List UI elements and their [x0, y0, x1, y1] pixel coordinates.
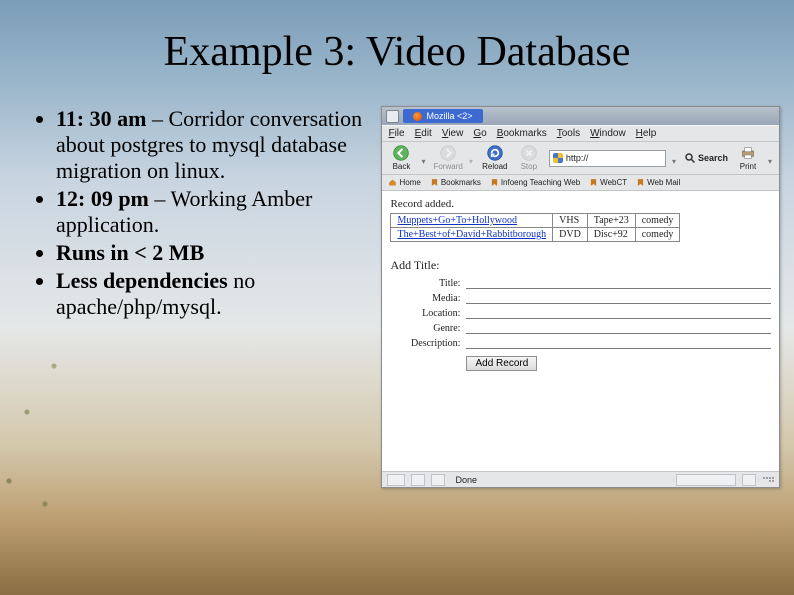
home-icon	[388, 178, 397, 187]
browser-window: Mozilla <2> File Edit View Go Bookmarks …	[381, 106, 780, 488]
menu-tools[interactable]: Tools	[557, 128, 580, 139]
bullet-item: Less dependencies no apache/php/mysql.	[56, 268, 369, 320]
record-media: VHS	[553, 214, 588, 228]
bookmark-webmail[interactable]: Web Mail	[636, 178, 680, 187]
menu-bookmarks[interactable]: Bookmarks	[497, 128, 547, 139]
navigation-toolbar: Back ▾ Forward ▾ Reload Stop http:// ▾	[382, 142, 779, 175]
window-menu-button[interactable]	[386, 110, 399, 123]
description-field[interactable]	[466, 337, 771, 349]
print-button[interactable]: Print	[734, 145, 762, 171]
record-added-message: Record added.	[390, 198, 771, 210]
page-content: Record added. Muppets+Go+To+Hollywood VH…	[382, 191, 779, 471]
location-field[interactable]	[466, 307, 771, 319]
bookmark-icon	[490, 178, 499, 187]
chevron-down-icon[interactable]: ▾	[672, 151, 678, 166]
progress-bar	[676, 474, 736, 486]
reload-button[interactable]: Reload	[481, 145, 509, 171]
reload-label: Reload	[482, 162, 507, 171]
menu-edit[interactable]: Edit	[415, 128, 432, 139]
add-record-button[interactable]: Add Record	[466, 356, 537, 371]
bookmark-icon	[589, 178, 598, 187]
status-text: Done	[451, 475, 670, 485]
record-title-link[interactable]: The+Best+of+David+Rabbitborough	[397, 229, 546, 240]
back-button[interactable]: Back	[387, 145, 415, 171]
menu-view[interactable]: View	[442, 128, 464, 139]
print-label: Print	[740, 162, 756, 171]
search-button[interactable]: Search	[684, 152, 728, 164]
stop-icon	[521, 145, 537, 161]
bullet-item: Runs in < 2 MB	[56, 240, 369, 266]
arrow-left-icon	[393, 145, 409, 161]
status-security-icon	[411, 474, 425, 486]
bullet-item: 12: 09 pm – Working Amber application.	[56, 186, 369, 238]
record-genre: comedy	[635, 228, 680, 242]
resize-grip[interactable]	[762, 477, 774, 482]
forward-button[interactable]: Forward	[433, 145, 462, 171]
slide-title: Example 3: Video Database	[0, 0, 794, 76]
window-titlebar[interactable]: Mozilla <2>	[382, 107, 779, 125]
record-title-link[interactable]: Muppets+Go+To+Hollywood	[397, 215, 517, 226]
chevron-down-icon[interactable]: ▾	[469, 151, 475, 166]
forward-label: Forward	[433, 162, 462, 171]
url-value: http://	[566, 153, 589, 163]
genre-field[interactable]	[466, 322, 771, 334]
arrow-right-icon	[440, 145, 456, 161]
label-genre: Genre:	[390, 323, 460, 334]
menu-file[interactable]: File	[388, 128, 404, 139]
label-location: Location:	[390, 308, 460, 319]
table-row: Muppets+Go+To+Hollywood VHS Tape+23 come…	[391, 214, 680, 228]
window-title: Mozilla <2>	[403, 109, 482, 123]
bullet-item: 11: 30 am – Corridor conversation about …	[56, 106, 369, 184]
record-genre: comedy	[635, 214, 680, 228]
label-title: Title:	[390, 278, 460, 289]
lock-icon	[742, 474, 756, 486]
chevron-down-icon[interactable]: ▾	[768, 151, 774, 166]
search-label: Search	[698, 153, 728, 163]
menu-go[interactable]: Go	[473, 128, 486, 139]
menu-window[interactable]: Window	[590, 128, 626, 139]
records-table: Muppets+Go+To+Hollywood VHS Tape+23 come…	[390, 213, 680, 242]
table-row: The+Best+of+David+Rabbitborough DVD Disc…	[391, 228, 680, 242]
add-record-form: Title: Media: Location: Genre: Descripti…	[390, 277, 771, 371]
bookmark-home[interactable]: Home	[388, 178, 420, 187]
label-media: Media:	[390, 293, 460, 304]
stop-button[interactable]: Stop	[515, 145, 543, 171]
title-field[interactable]	[466, 277, 771, 289]
bookmarks-toolbar: Home Bookmarks Infoeng Teaching Web WebC…	[382, 175, 779, 191]
bookmark-infoeng[interactable]: Infoeng Teaching Web	[490, 178, 580, 187]
record-location: Tape+23	[587, 214, 635, 228]
stop-label: Stop	[521, 162, 537, 171]
back-label: Back	[393, 162, 411, 171]
status-throbber	[387, 474, 405, 486]
printer-icon	[740, 145, 756, 161]
slide-body: 11: 30 am – Corridor conversation about …	[0, 76, 794, 488]
record-media: DVD	[553, 228, 588, 242]
media-field[interactable]	[466, 292, 771, 304]
chevron-down-icon[interactable]: ▾	[421, 151, 427, 166]
status-bar: Done	[382, 471, 779, 487]
bookmark-icon	[636, 178, 645, 187]
bookmark-icon	[430, 178, 439, 187]
reload-icon	[487, 145, 503, 161]
label-description: Description:	[390, 338, 460, 349]
record-location: Disc+92	[587, 228, 635, 242]
background-foliage	[0, 320, 90, 550]
menu-bar: File Edit View Go Bookmarks Tools Window…	[382, 125, 779, 142]
status-offline-icon	[431, 474, 445, 486]
add-title-heading: Add Title:	[390, 258, 771, 273]
search-icon	[684, 152, 696, 164]
bookmark-bookmarks[interactable]: Bookmarks	[430, 178, 481, 187]
url-bar[interactable]: http://	[549, 150, 666, 167]
menu-help[interactable]: Help	[636, 128, 657, 139]
bookmark-webct[interactable]: WebCT	[589, 178, 627, 187]
